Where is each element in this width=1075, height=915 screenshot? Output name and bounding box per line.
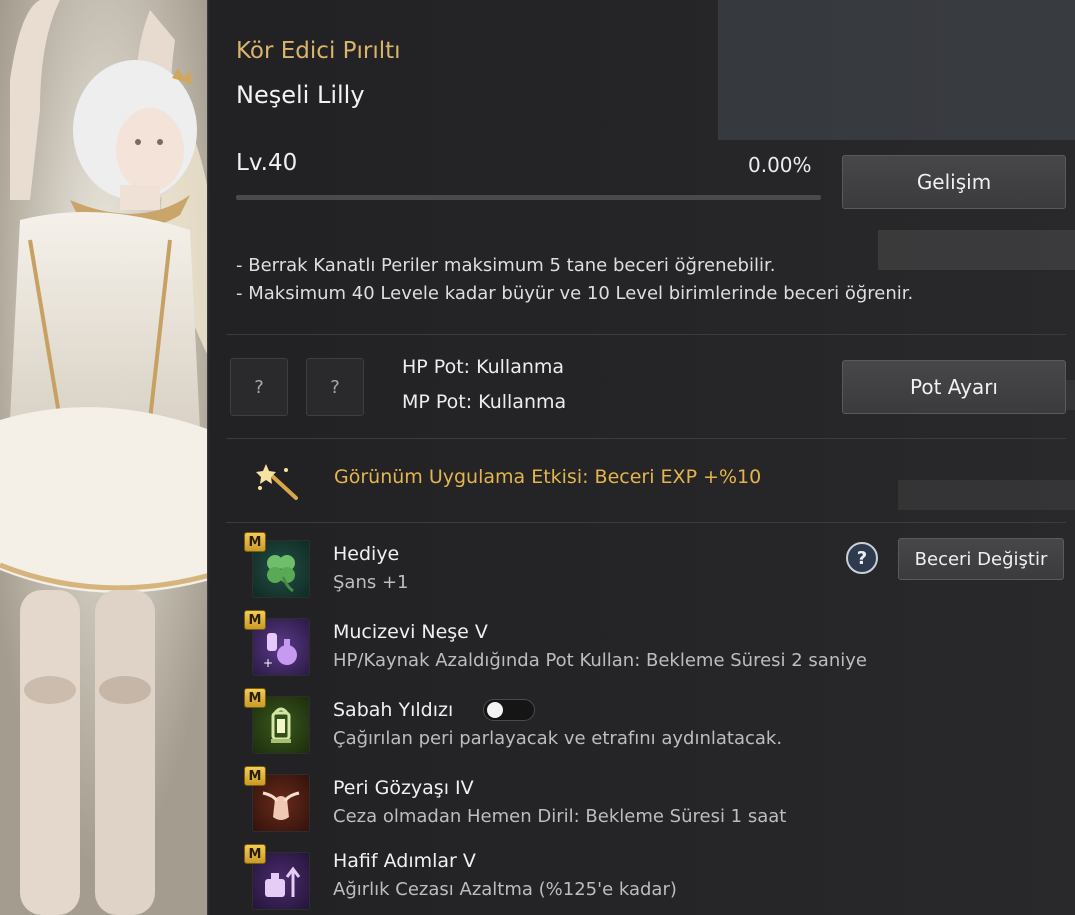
info-line-levels: - Maksimum 40 Levele kadar büyür ve 10 L… <box>236 283 914 304</box>
change-skill-button[interactable]: Beceri Değiştir <box>898 538 1064 580</box>
mastery-badge: M <box>244 610 266 630</box>
skill-name: Mucizevi Neşe V <box>333 621 488 643</box>
exp-progress-bar <box>236 195 821 200</box>
skill-name: Peri Gözyaşı IV <box>333 777 474 799</box>
pet-info-panel: Kör Edici Pırıltı Neşeli Lilly Lv.40 0.0… <box>207 0 1075 915</box>
skill-name: Sabah Yıldızı <box>333 699 454 721</box>
skill-name: Hediye <box>333 543 400 565</box>
pet-name: Neşeli Lilly <box>236 81 365 109</box>
skill-description: Şans +1 <box>333 572 409 593</box>
divider <box>226 522 1066 523</box>
exp-percent: 0.00% <box>748 153 812 177</box>
toggle-knob <box>487 702 503 718</box>
magic-wand-icon <box>256 464 298 500</box>
mp-potion-slot[interactable]: ? <box>306 358 364 416</box>
mastery-badge: M <box>244 532 266 552</box>
hp-potion-slot[interactable]: ? <box>230 358 288 416</box>
skill-description: Ceza olmadan Hemen Diril: Bekleme Süresi… <box>333 806 787 827</box>
hp-potion-label: HP Pot: Kullanma <box>402 356 565 378</box>
divider <box>226 438 1066 439</box>
fairy-illustration <box>0 0 210 915</box>
appearance-effect-text: Görünüm Uygulama Etkisi: Beceri EXP +%10 <box>334 466 762 488</box>
pet-type-title: Kör Edici Pırıltı <box>236 38 401 64</box>
potion-settings-button[interactable]: Pot Ayarı <box>842 360 1066 414</box>
skill-name: Hafif Adımlar V <box>333 850 476 872</box>
mp-potion-label: MP Pot: Kullanma <box>402 391 567 413</box>
svg-text:+: + <box>263 656 273 670</box>
help-icon[interactable]: ? <box>846 542 878 574</box>
mastery-badge: M <box>244 688 266 708</box>
skill-description: HP/Kaynak Azaldığında Pot Kullan: Beklem… <box>333 650 867 671</box>
mastery-badge: M <box>244 766 266 786</box>
develop-button[interactable]: Gelişim <box>842 155 1066 209</box>
background-map-overlay <box>718 0 1075 510</box>
info-line-skills: - Berrak Kanatlı Periler maksimum 5 tane… <box>236 255 776 276</box>
skill-description: Çağırılan peri parlayacak ve etrafını ay… <box>333 728 783 749</box>
morning-star-toggle[interactable] <box>483 699 535 721</box>
mastery-badge: M <box>244 844 266 864</box>
skill-description: Ağırlık Cezası Azaltma (%125'e kadar) <box>333 879 677 900</box>
fairy-portrait <box>0 0 210 915</box>
pet-level: Lv.40 <box>236 150 298 176</box>
divider <box>226 334 1066 335</box>
